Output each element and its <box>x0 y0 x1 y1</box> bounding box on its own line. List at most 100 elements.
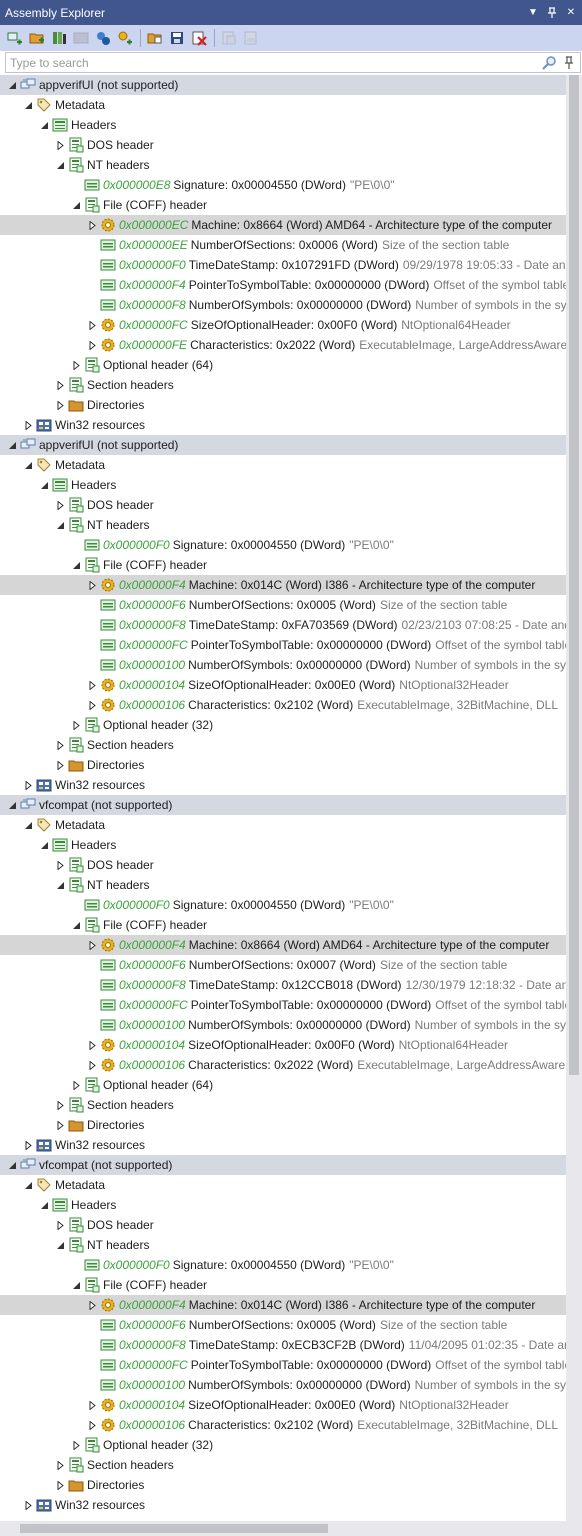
expand-arrow-icon[interactable] <box>54 499 66 511</box>
collapse-arrow-icon[interactable] <box>6 79 18 91</box>
collapse-arrow-icon[interactable] <box>22 99 34 111</box>
tree-node[interactable]: 0x000000F6 NumberOfSections: 0x0007 (Word… <box>0 955 566 975</box>
collapse-arrow-icon[interactable] <box>70 199 82 211</box>
tree-node[interactable]: 0x00000104 SizeOfOptionalHeader: 0x00F0 (… <box>0 1035 566 1055</box>
expand-arrow-icon[interactable] <box>54 1219 66 1231</box>
expand-arrow-icon[interactable] <box>86 579 98 591</box>
expand-arrow-icon[interactable] <box>54 379 66 391</box>
collapse-arrow-icon[interactable] <box>6 1159 18 1171</box>
open-folder-icon[interactable] <box>28 29 46 47</box>
tree-node[interactable]: 0x000000F6 NumberOfSections: 0x0005 (Word… <box>0 1315 566 1335</box>
tree-node[interactable]: File (COFF) header <box>0 195 566 215</box>
collapse-arrow-icon[interactable] <box>38 479 50 491</box>
tree-node[interactable]: 0x00000104 SizeOfOptionalHeader: 0x00E0 (… <box>0 675 566 695</box>
expand-arrow-icon[interactable] <box>86 339 98 351</box>
search-icon[interactable] <box>540 54 558 72</box>
tree-node[interactable]: NT headers <box>0 875 566 895</box>
tree-node[interactable]: 0x000000F0 Signature: 0x00004550 (DWord) "… <box>0 535 566 555</box>
tree-node[interactable]: 0x00000106 Characteristics: 0x2022 (Word)… <box>0 1055 566 1075</box>
expand-arrow-icon[interactable] <box>86 1399 98 1411</box>
expand-arrow-icon[interactable] <box>86 1419 98 1431</box>
vertical-scroll-thumb[interactable] <box>569 75 579 1075</box>
tree-node[interactable]: 0x00000106 Characteristics: 0x2102 (Word)… <box>0 1415 566 1435</box>
collapse-arrow-icon[interactable] <box>70 1279 82 1291</box>
tree-node[interactable]: Metadata <box>0 95 566 115</box>
tree-node[interactable]: Optional header (32) <box>0 715 566 735</box>
expand-arrow-icon[interactable] <box>22 419 34 431</box>
collapse-arrow-icon[interactable] <box>54 879 66 891</box>
tree-node[interactable]: 0x000000EC Machine: 0x8664 (Word) AMD64 -… <box>0 215 566 235</box>
tree-node[interactable]: 0x000000F4 Machine: 0x8664 (Word) AMD64 -… <box>0 935 566 955</box>
expand-arrow-icon[interactable] <box>70 1079 82 1091</box>
collapse-arrow-icon[interactable] <box>22 459 34 471</box>
expand-arrow-icon[interactable] <box>86 939 98 951</box>
tree-node[interactable]: 0x000000FC PointerToSymbolTable: 0x000000… <box>0 635 566 655</box>
collapse-arrow-icon[interactable] <box>54 1239 66 1251</box>
tree-node[interactable]: Metadata <box>0 815 566 835</box>
tree-node[interactable]: 0x00000106 Characteristics: 0x2102 (Word)… <box>0 695 566 715</box>
tree-node[interactable]: 0x00000100 NumberOfSymbols: 0x00000000 (D… <box>0 1375 566 1395</box>
tree-node[interactable]: 0x000000F0 TimeDateStamp: 0x107291FD (DWo… <box>0 255 566 275</box>
add-reference-icon[interactable] <box>116 29 134 47</box>
tree-node[interactable]: Directories <box>0 1475 566 1495</box>
expand-arrow-icon[interactable] <box>54 859 66 871</box>
assembly-node[interactable]: vfcompat (not supported) <box>0 1155 566 1175</box>
collapse-arrow-icon[interactable] <box>22 1179 34 1191</box>
expand-arrow-icon[interactable] <box>54 399 66 411</box>
expand-arrow-icon[interactable] <box>86 1299 98 1311</box>
tree-node[interactable]: 0x000000F8 TimeDateStamp: 0x12CCB018 (DWo… <box>0 975 566 995</box>
collapse-arrow-icon[interactable] <box>6 799 18 811</box>
expand-arrow-icon[interactable] <box>54 139 66 151</box>
collapse-arrow-icon[interactable] <box>70 919 82 931</box>
vertical-scrollbar[interactable] <box>566 75 582 1521</box>
expand-arrow-icon[interactable] <box>22 1139 34 1151</box>
tree-node[interactable]: Headers <box>0 115 566 135</box>
tree-node[interactable]: 0x000000FC PointerToSymbolTable: 0x000000… <box>0 1355 566 1375</box>
tree-node[interactable]: 0x00000100 NumberOfSymbols: 0x00000000 (D… <box>0 1015 566 1035</box>
open-assembly-icon[interactable] <box>6 29 24 47</box>
tree-node[interactable]: Win32 resources <box>0 1495 566 1515</box>
tree-node[interactable]: 0x000000F8 NumberOfSymbols: 0x00000000 (D… <box>0 295 566 315</box>
expand-arrow-icon[interactable] <box>54 759 66 771</box>
collapse-arrow-icon[interactable] <box>38 1199 50 1211</box>
pin-icon[interactable] <box>544 5 560 21</box>
tree-node[interactable]: 0x000000FE Characteristics: 0x2022 (Word)… <box>0 335 566 355</box>
tree-node[interactable]: DOS header <box>0 1215 566 1235</box>
collapse-arrow-icon[interactable] <box>38 839 50 851</box>
tree-node[interactable]: Headers <box>0 1195 566 1215</box>
tree-node[interactable]: Section headers <box>0 1455 566 1475</box>
expand-arrow-icon[interactable] <box>54 1099 66 1111</box>
expand-arrow-icon[interactable] <box>54 739 66 751</box>
tree-node[interactable]: 0x000000F4 PointerToSymbolTable: 0x000000… <box>0 275 566 295</box>
tree-node[interactable]: 0x000000FC SizeOfOptionalHeader: 0x00F0 (… <box>0 315 566 335</box>
expand-arrow-icon[interactable] <box>70 359 82 371</box>
expand-arrow-icon[interactable] <box>22 779 34 791</box>
clear-list-icon[interactable] <box>190 29 208 47</box>
tree-node[interactable]: 0x000000FC PointerToSymbolTable: 0x000000… <box>0 995 566 1015</box>
tree-node[interactable]: Optional header (32) <box>0 1435 566 1455</box>
tree-node[interactable]: 0x000000F4 Machine: 0x014C (Word) I386 - … <box>0 1295 566 1315</box>
open-gac-icon[interactable] <box>50 29 68 47</box>
tree-node[interactable]: Directories <box>0 395 566 415</box>
collapse-arrow-icon[interactable] <box>38 119 50 131</box>
export-pdb-icon[interactable] <box>242 29 260 47</box>
tree-node[interactable]: 0x000000F0 Signature: 0x00004550 (DWord) "… <box>0 895 566 915</box>
expand-arrow-icon[interactable] <box>86 219 98 231</box>
assembly-node[interactable]: appverifUI (not supported) <box>0 75 566 95</box>
expand-arrow-icon[interactable] <box>22 1499 34 1511</box>
tree-node[interactable]: 0x00000100 NumberOfSymbols: 0x00000000 (D… <box>0 655 566 675</box>
search-pin-icon[interactable] <box>560 54 578 72</box>
tree-node[interactable]: File (COFF) header <box>0 915 566 935</box>
export-project-icon[interactable] <box>220 29 238 47</box>
tree-node[interactable]: Section headers <box>0 1095 566 1115</box>
close-icon[interactable]: ✕ <box>563 5 579 21</box>
expand-arrow-icon[interactable] <box>54 1459 66 1471</box>
tree-node[interactable]: 0x000000F6 NumberOfSections: 0x0005 (Word… <box>0 595 566 615</box>
expand-arrow-icon[interactable] <box>70 1439 82 1451</box>
tree-node[interactable]: Headers <box>0 475 566 495</box>
tree-node[interactable]: 0x000000E8 Signature: 0x00004550 (DWord) "… <box>0 175 566 195</box>
tree-node[interactable]: File (COFF) header <box>0 1275 566 1295</box>
expand-arrow-icon[interactable] <box>54 1479 66 1491</box>
tree-node[interactable]: File (COFF) header <box>0 555 566 575</box>
tree-node[interactable]: 0x000000F4 Machine: 0x014C (Word) I386 - … <box>0 575 566 595</box>
